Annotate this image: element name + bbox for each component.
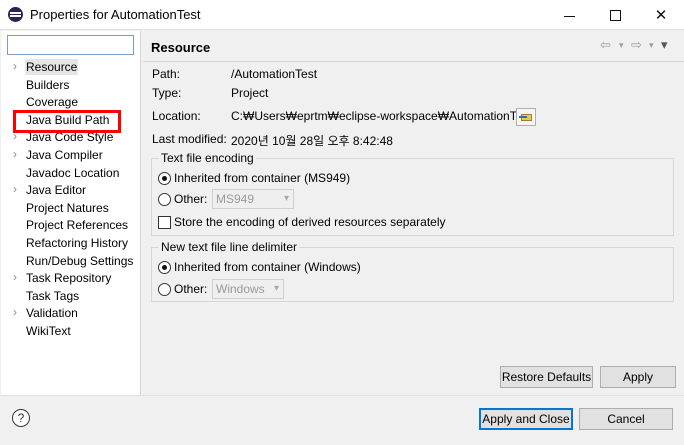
tree-item-label: Run/Debug Settings <box>26 253 134 268</box>
tree-item-label: Project Natures <box>26 200 109 215</box>
store-encoding-label[interactable]: Store the encoding of derived resources … <box>174 215 446 229</box>
maximize-button[interactable] <box>592 0 638 30</box>
delimiter-group: New text file line delimiter Inherited f… <box>151 240 674 302</box>
delimiter-inherited-radio[interactable] <box>158 261 171 274</box>
tree-item-javadoc-location[interactable]: Javadoc Location <box>1 164 141 181</box>
delimiter-select-value: Windows <box>216 282 265 296</box>
arrow-icon <box>519 116 527 118</box>
tree-item-coverage[interactable]: Coverage <box>1 93 141 110</box>
encoding-inherited-radio[interactable] <box>158 172 171 185</box>
location-label: Location: <box>152 109 201 123</box>
tree-item-label: Validation <box>26 306 78 321</box>
chevron-down-icon: ▾ <box>273 283 279 294</box>
tree-item-validation[interactable]: › Validation <box>1 304 141 321</box>
path-value: /AutomationTest <box>231 67 318 81</box>
help-icon[interactable]: ? <box>12 409 30 427</box>
encoding-other-radio[interactable] <box>158 193 171 206</box>
tree-item-task-repository[interactable]: › Task Repository <box>1 269 141 286</box>
page-title: Resource <box>151 40 211 55</box>
tree-item-java-compiler[interactable]: › Java Compiler <box>1 146 141 163</box>
delimiter-other-label[interactable]: Other: <box>174 282 207 296</box>
modified-value: 2020년 10월 28일 오후 8:42:48 <box>231 134 393 148</box>
cancel-button[interactable]: Cancel <box>579 408 673 430</box>
tree-item-label: Coverage <box>26 95 79 110</box>
back-dropdown-icon[interactable]: ▾ <box>619 40 624 56</box>
tree-item-label: Javadoc Location <box>26 165 120 180</box>
tree-item-label: Resource <box>25 59 79 75</box>
window-title: Properties for AutomationTest <box>30 7 201 22</box>
tree-item-label: Java Editor <box>26 183 87 198</box>
tree-item-resource[interactable]: › Resource <box>1 58 141 75</box>
expand-arrow-icon[interactable]: › <box>13 269 23 286</box>
delimiter-group-title: New text file line delimiter <box>159 240 300 254</box>
delimiter-other-radio[interactable] <box>158 283 171 296</box>
tree-item-builders[interactable]: Builders <box>1 76 141 93</box>
minimize-icon <box>563 15 575 17</box>
show-in-explorer-button[interactable] <box>516 108 536 126</box>
close-icon: ✕ <box>654 7 668 24</box>
store-encoding-checkbox[interactable] <box>158 216 171 229</box>
encoding-group: Text file encoding Inherited from contai… <box>151 151 674 236</box>
eclipse-icon <box>8 7 23 22</box>
modified-label: Last modified: <box>152 132 227 146</box>
category-pane: › Resource Builders Coverage Java Build … <box>1 31 141 395</box>
expand-arrow-icon[interactable]: › <box>13 58 23 75</box>
apply-and-close-button[interactable]: Apply and Close <box>479 408 573 430</box>
tree-item-project-references[interactable]: Project References <box>1 216 141 233</box>
tree-item-label: Task Repository <box>26 271 112 286</box>
expand-arrow-icon[interactable]: › <box>13 304 23 321</box>
tree-item-project-natures[interactable]: Project Natures <box>1 199 141 216</box>
tree-item-task-tags[interactable]: Task Tags <box>1 287 141 304</box>
type-label: Type: <box>152 86 182 100</box>
tree-item-run-debug-settings[interactable]: Run/Debug Settings <box>1 252 141 269</box>
apply-button[interactable]: Apply <box>600 366 676 388</box>
delimiter-select[interactable]: Windows ▾ <box>212 279 284 299</box>
tree-item-java-editor[interactable]: › Java Editor <box>1 181 141 198</box>
maximize-icon <box>609 9 621 21</box>
tree-item-refactoring-history[interactable]: Refactoring History <box>1 234 141 251</box>
chevron-down-icon: ▾ <box>283 193 289 204</box>
location-value: C:₩Users₩eprtm₩eclipse-workspace₩Automat… <box>231 109 532 123</box>
encoding-select[interactable]: MS949 ▾ <box>212 189 294 209</box>
filter-input[interactable] <box>7 35 134 55</box>
tree-item-label: Refactoring History <box>26 236 129 250</box>
highlight-annotation <box>13 110 121 133</box>
expand-arrow-icon[interactable]: › <box>13 146 23 163</box>
type-value: Project <box>231 86 269 100</box>
encoding-select-value: MS949 <box>216 192 255 206</box>
footer-divider <box>0 395 684 396</box>
tree-item-label: Builders <box>26 77 70 92</box>
encoding-other-label[interactable]: Other: <box>174 192 207 206</box>
close-button[interactable]: ✕ <box>638 0 684 30</box>
tree-item-wikitext[interactable]: WikiText <box>1 322 141 339</box>
expand-arrow-icon[interactable]: › <box>13 181 23 198</box>
header-divider <box>143 61 684 62</box>
delimiter-inherited-label[interactable]: Inherited from container (Windows) <box>174 260 361 274</box>
forward-arrow-icon[interactable]: ⇨ <box>631 37 642 53</box>
tree-item-label: Project References <box>26 218 129 233</box>
path-label: Path: <box>152 67 181 81</box>
tree-item-label: WikiText <box>26 324 71 338</box>
back-arrow-icon[interactable]: ⇦ <box>600 37 611 53</box>
view-menu-icon[interactable]: ▾ <box>661 37 668 53</box>
restore-defaults-button[interactable]: Restore Defaults <box>500 366 593 388</box>
title-bar: Properties for AutomationTest ✕ <box>0 0 684 30</box>
minimize-button[interactable] <box>546 0 592 30</box>
forward-dropdown-icon[interactable]: ▾ <box>649 40 654 56</box>
tree-item-label: Task Tags <box>26 288 80 303</box>
tree-item-label: Java Compiler <box>26 148 103 162</box>
encoding-inherited-label[interactable]: Inherited from container (MS949) <box>174 171 350 185</box>
resource-page: Resource ⇦ ▾ ⇨ ▾ ▾ Path: /AutomationTest… <box>143 31 684 395</box>
encoding-group-title: Text file encoding <box>159 151 256 165</box>
